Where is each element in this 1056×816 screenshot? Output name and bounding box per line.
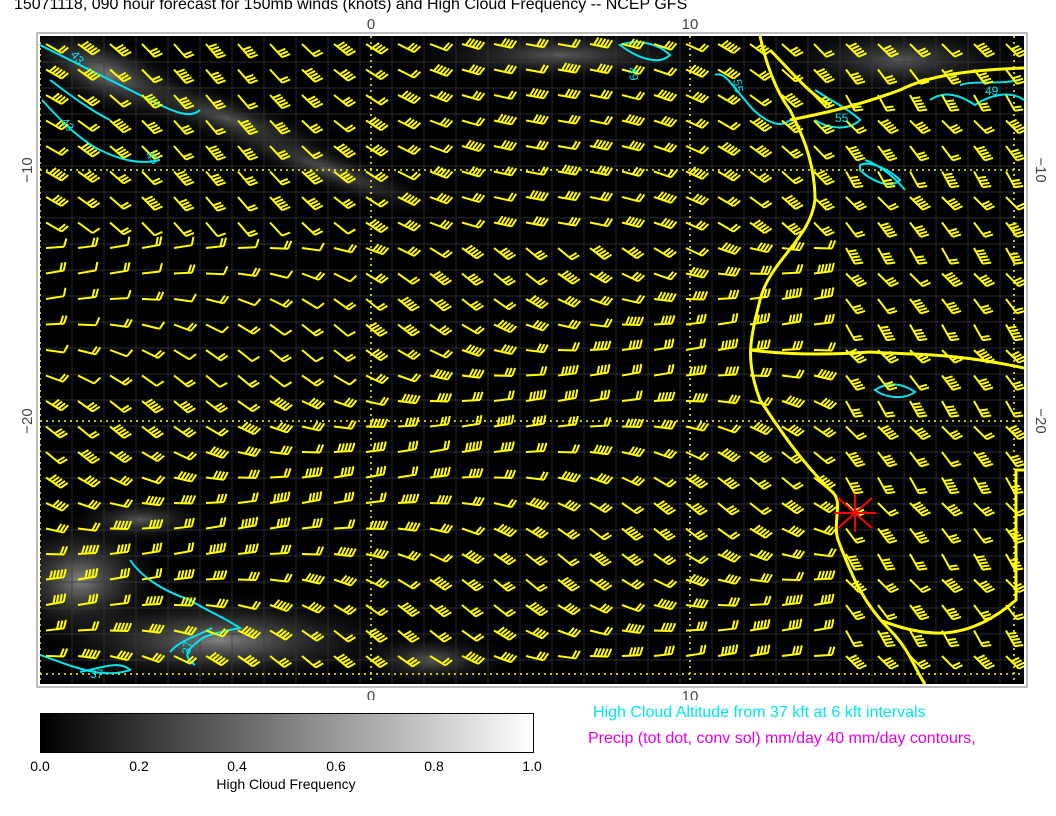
lat-tick-right-10: −10 — [1032, 157, 1049, 182]
colorbar — [40, 713, 534, 753]
colorbar-tick: 0.0 — [30, 758, 50, 774]
station-marker — [834, 494, 876, 532]
cloud-altitude-legend: High Cloud Altitude from 37 kft at 6 kft… — [593, 704, 926, 721]
lat-tick-left-20: −20 — [19, 408, 36, 433]
colorbar-tick: 0.6 — [326, 758, 346, 774]
wind-cloud-map: 43 43 43 49 55 55 37 37 49 0 10 0 10 −10… — [19, 16, 1049, 700]
lon-tick-top-0: 0 — [367, 16, 375, 33]
colorbar-label: High Cloud Frequency — [216, 776, 356, 792]
colorbar-tick: 0.2 — [129, 758, 149, 774]
contour-label: 55 — [835, 111, 849, 125]
lon-tick-bottom-10: 10 — [682, 688, 699, 700]
colorbar-tick: 0.4 — [227, 758, 247, 774]
colorbar-tick: 1.0 — [522, 758, 542, 774]
contour-label: 37 — [179, 640, 195, 656]
contour-label: 37 — [90, 667, 104, 681]
lat-tick-left-10: −10 — [19, 157, 36, 182]
precip-legend: Precip (tot dot, conv sol) mm/day 40 mm/… — [588, 730, 976, 747]
contour-label: 49 — [985, 84, 999, 98]
contour-label: 55 — [730, 78, 746, 94]
lon-tick-bottom-0: 0 — [367, 688, 375, 700]
colorbar-tick: 0.8 — [424, 758, 444, 774]
contour-label: 49 — [625, 66, 641, 82]
lat-tick-right-20: −20 — [1032, 408, 1049, 433]
lon-tick-top-10: 10 — [682, 16, 699, 33]
